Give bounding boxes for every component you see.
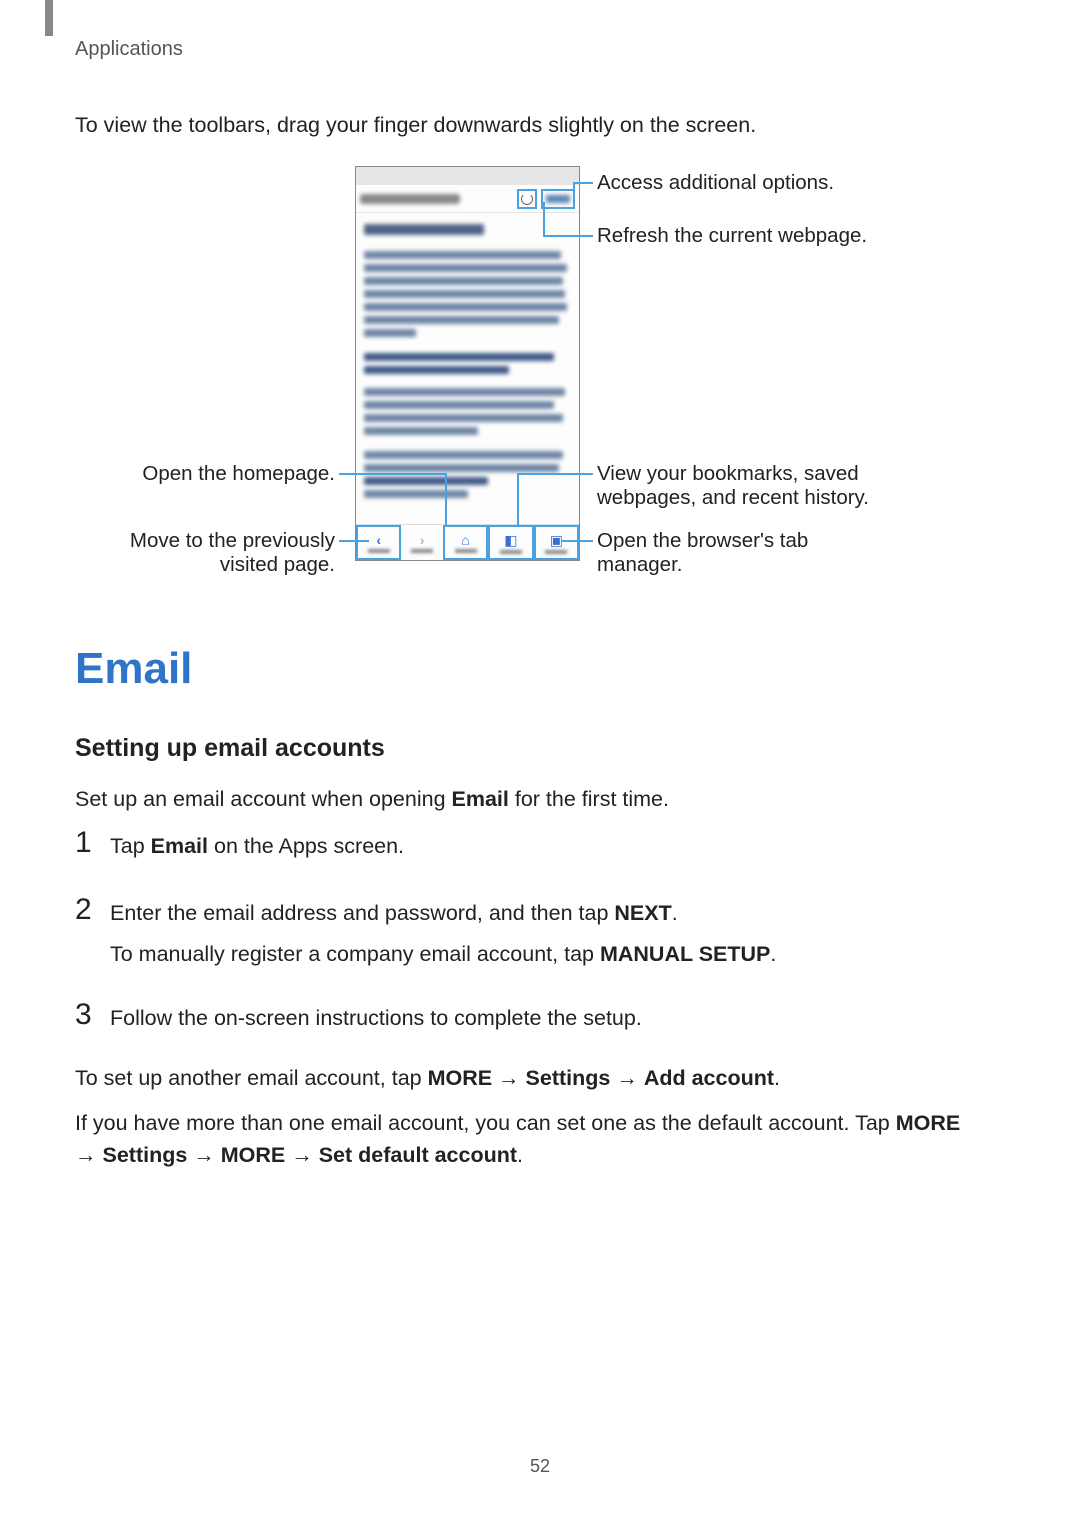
- callout-back: Move to the previously visited page.: [75, 529, 335, 577]
- step-text: Follow the on-screen instructions to com…: [110, 998, 975, 1035]
- bookmark-button[interactable]: ◧: [488, 525, 533, 560]
- phone-mockup: ‹ › ⌂ ◧ ▣: [355, 166, 580, 561]
- callout-bookmarks: View your bookmarks, saved webpages, and…: [597, 462, 897, 510]
- paragraph-intro-email: Set up an email account when opening Ema…: [75, 783, 975, 815]
- refresh-button[interactable]: [517, 189, 537, 209]
- step-text: Enter the email address and password, an…: [110, 893, 975, 972]
- tabs-icon: ▣: [550, 532, 563, 549]
- paragraph-another-account: To set up another email account, tap MOR…: [75, 1062, 975, 1094]
- more-icon: [546, 195, 570, 203]
- bookmark-icon: ◧: [504, 532, 517, 549]
- home-button[interactable]: ⌂: [443, 525, 488, 560]
- url-field: [360, 189, 517, 209]
- heading-email: Email: [75, 644, 192, 694]
- step-number: 2: [75, 893, 110, 926]
- browser-diagram: ‹ › ⌂ ◧ ▣ Access additional options. Ref…: [75, 166, 1005, 586]
- phone-content: [356, 213, 579, 509]
- step-1: 1 Tap Email on the Apps screen.: [75, 826, 975, 863]
- step-number: 1: [75, 826, 110, 859]
- refresh-icon: [521, 193, 533, 205]
- paragraph-default-account: If you have more than one email account,…: [75, 1107, 975, 1172]
- section-header: Applications: [75, 38, 183, 61]
- browser-toolbar: [356, 185, 579, 213]
- more-button[interactable]: [541, 189, 575, 209]
- page-tab: [45, 0, 53, 36]
- forward-icon: ›: [420, 532, 425, 548]
- back-icon: ‹: [376, 532, 381, 548]
- callout-more: Access additional options.: [597, 171, 834, 195]
- intro-paragraph: To view the toolbars, drag your finger d…: [75, 113, 756, 138]
- browser-bottom-bar: ‹ › ⌂ ◧ ▣: [356, 524, 579, 560]
- home-icon: ⌂: [461, 532, 469, 548]
- phone-statusbar: [356, 167, 579, 185]
- subheading-setup: Setting up email accounts: [75, 734, 385, 763]
- tabs-button[interactable]: ▣: [534, 525, 579, 560]
- back-button[interactable]: ‹: [356, 525, 401, 560]
- callout-homepage: Open the homepage.: [75, 462, 335, 486]
- step-2: 2 Enter the email address and password, …: [75, 893, 975, 972]
- step-number: 3: [75, 998, 110, 1031]
- callout-tabs: Open the browser's tab manager.: [597, 529, 857, 577]
- page-number: 52: [0, 1456, 1080, 1477]
- callout-refresh: Refresh the current webpage.: [597, 224, 867, 248]
- step-text: Tap Email on the Apps screen.: [110, 826, 975, 863]
- forward-button[interactable]: ›: [401, 525, 442, 560]
- step-3: 3 Follow the on-screen instructions to c…: [75, 998, 975, 1035]
